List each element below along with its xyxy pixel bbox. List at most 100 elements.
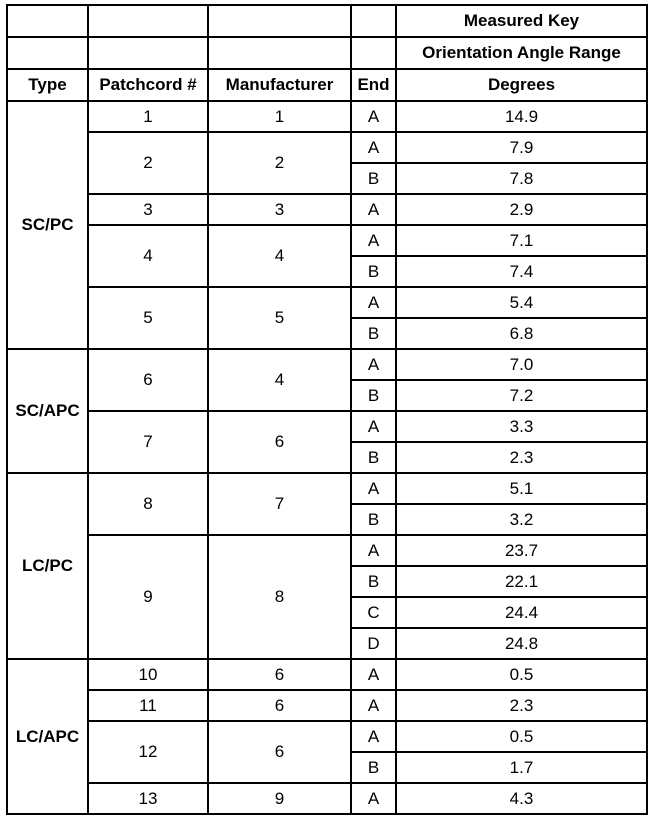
end-header[interactable]: End (350, 68, 397, 102)
manufacturer-cell[interactable]: 8 (207, 534, 352, 660)
empty-cell[interactable] (87, 36, 209, 70)
patchcord-cell[interactable]: 9 (87, 534, 209, 660)
type-cell[interactable]: SC/PC (6, 100, 89, 350)
patchcord-cell[interactable]: 13 (87, 782, 209, 815)
degrees-cell[interactable]: 7.9 (395, 131, 648, 164)
degrees-cell[interactable]: 2.3 (395, 441, 648, 474)
end-cell[interactable]: B (350, 379, 397, 412)
empty-cell[interactable] (350, 4, 397, 38)
end-cell[interactable]: A (350, 782, 397, 815)
degrees-cell[interactable]: 0.5 (395, 658, 648, 691)
manufacturer-cell[interactable]: 7 (207, 472, 352, 536)
table-row: 2 2 A 7.9 (7, 131, 648, 195)
patchcord-cell[interactable]: 12 (87, 720, 209, 784)
degrees-cell[interactable]: 24.4 (395, 596, 648, 629)
end-cell[interactable]: A (350, 534, 397, 567)
manufacturer-header[interactable]: Manufacturer (207, 68, 352, 102)
patchcord-cell[interactable]: 11 (87, 689, 209, 722)
end-cell[interactable]: B (350, 162, 397, 195)
table-row: 4 4 A 7.1 (7, 224, 648, 288)
manufacturer-cell[interactable]: 2 (207, 131, 352, 195)
patchcord-header[interactable]: Patchcord # (87, 68, 209, 102)
table-row: 9 8 A 23.7 (7, 534, 648, 660)
degrees-cell[interactable]: 3.2 (395, 503, 648, 536)
end-cell[interactable]: B (350, 503, 397, 536)
end-cell[interactable]: A (350, 410, 397, 443)
end-cell[interactable]: A (350, 286, 397, 319)
end-cell[interactable]: A (350, 658, 397, 691)
degrees-cell[interactable]: 5.1 (395, 472, 648, 505)
table-row: 7 6 A 3.3 (7, 410, 648, 474)
degrees-cell[interactable]: 2.9 (395, 193, 648, 226)
type-header[interactable]: Type (6, 68, 89, 102)
patchcord-cell[interactable]: 6 (87, 348, 209, 412)
patchcord-cell[interactable]: 5 (87, 286, 209, 350)
end-cell[interactable]: A (350, 224, 397, 257)
orientation-angle-title-cell[interactable]: Orientation Angle Range (395, 36, 648, 70)
degrees-cell[interactable]: 7.2 (395, 379, 648, 412)
table-row: SC/PC 1 1 A 14.9 (6, 100, 648, 350)
empty-cell[interactable] (207, 4, 352, 38)
type-cell[interactable]: LC/APC (6, 658, 89, 815)
end-cell[interactable]: B (350, 317, 397, 350)
patchcord-cell[interactable]: 3 (87, 193, 209, 226)
manufacturer-cell[interactable]: 1 (207, 100, 352, 133)
degrees-cell[interactable]: 3.3 (395, 410, 648, 443)
type-cell[interactable]: LC/PC (6, 472, 89, 660)
degrees-cell[interactable]: 1.7 (395, 751, 648, 784)
column-header-row: Type Patchcord # Manufacturer End Degree… (6, 68, 648, 102)
end-cell[interactable]: A (350, 348, 397, 381)
degrees-header[interactable]: Degrees (395, 68, 648, 102)
degrees-cell[interactable]: 7.8 (395, 162, 648, 195)
type-cell[interactable]: SC/APC (6, 348, 89, 474)
key-orientation-table: Measured Key Orientation Angle Range Typ… (6, 4, 648, 815)
manufacturer-cell[interactable]: 5 (207, 286, 352, 350)
degrees-cell[interactable]: 4.3 (395, 782, 648, 815)
degrees-cell[interactable]: 23.7 (395, 534, 648, 567)
patchcord-cell[interactable]: 1 (87, 100, 209, 133)
empty-cell[interactable] (6, 36, 89, 70)
degrees-cell[interactable]: 7.1 (395, 224, 648, 257)
manufacturer-cell[interactable]: 6 (207, 720, 352, 784)
patchcord-cell[interactable]: 10 (87, 658, 209, 691)
manufacturer-cell[interactable]: 6 (207, 410, 352, 474)
degrees-cell[interactable]: 7.4 (395, 255, 648, 288)
manufacturer-cell[interactable]: 9 (207, 782, 352, 815)
degrees-cell[interactable]: 0.5 (395, 720, 648, 753)
empty-cell[interactable] (6, 4, 89, 38)
manufacturer-cell[interactable]: 3 (207, 193, 352, 226)
empty-cell[interactable] (87, 4, 209, 38)
table-row: 11 6 A 2.3 (7, 689, 648, 722)
degrees-cell[interactable]: 22.1 (395, 565, 648, 598)
end-cell[interactable]: A (350, 472, 397, 505)
patchcord-cell[interactable]: 4 (87, 224, 209, 288)
end-cell[interactable]: A (350, 689, 397, 722)
end-cell[interactable]: A (350, 720, 397, 753)
end-cell[interactable]: C (350, 596, 397, 629)
empty-cell[interactable] (350, 36, 397, 70)
degrees-cell[interactable]: 5.4 (395, 286, 648, 319)
end-cell[interactable]: B (350, 565, 397, 598)
degrees-cell[interactable]: 14.9 (395, 100, 648, 133)
patchcord-cell[interactable]: 2 (87, 131, 209, 195)
end-cell[interactable]: A (350, 193, 397, 226)
manufacturer-cell[interactable]: 4 (207, 224, 352, 288)
degrees-cell[interactable]: 24.8 (395, 627, 648, 660)
end-cell[interactable]: B (350, 255, 397, 288)
end-cell[interactable]: B (350, 441, 397, 474)
patchcord-cell[interactable]: 7 (87, 410, 209, 474)
manufacturer-cell[interactable]: 6 (207, 689, 352, 722)
end-cell[interactable]: B (350, 751, 397, 784)
end-cell[interactable]: A (350, 100, 397, 133)
manufacturer-cell[interactable]: 6 (207, 658, 352, 691)
degrees-cell[interactable]: 7.0 (395, 348, 648, 381)
manufacturer-cell[interactable]: 4 (207, 348, 352, 412)
end-cell[interactable]: D (350, 627, 397, 660)
table-row: 3 3 A 2.9 (7, 193, 648, 226)
degrees-cell[interactable]: 6.8 (395, 317, 648, 350)
degrees-cell[interactable]: 2.3 (395, 689, 648, 722)
empty-cell[interactable] (207, 36, 352, 70)
end-cell[interactable]: A (350, 131, 397, 164)
measured-key-title-cell[interactable]: Measured Key (395, 4, 648, 38)
patchcord-cell[interactable]: 8 (87, 472, 209, 536)
